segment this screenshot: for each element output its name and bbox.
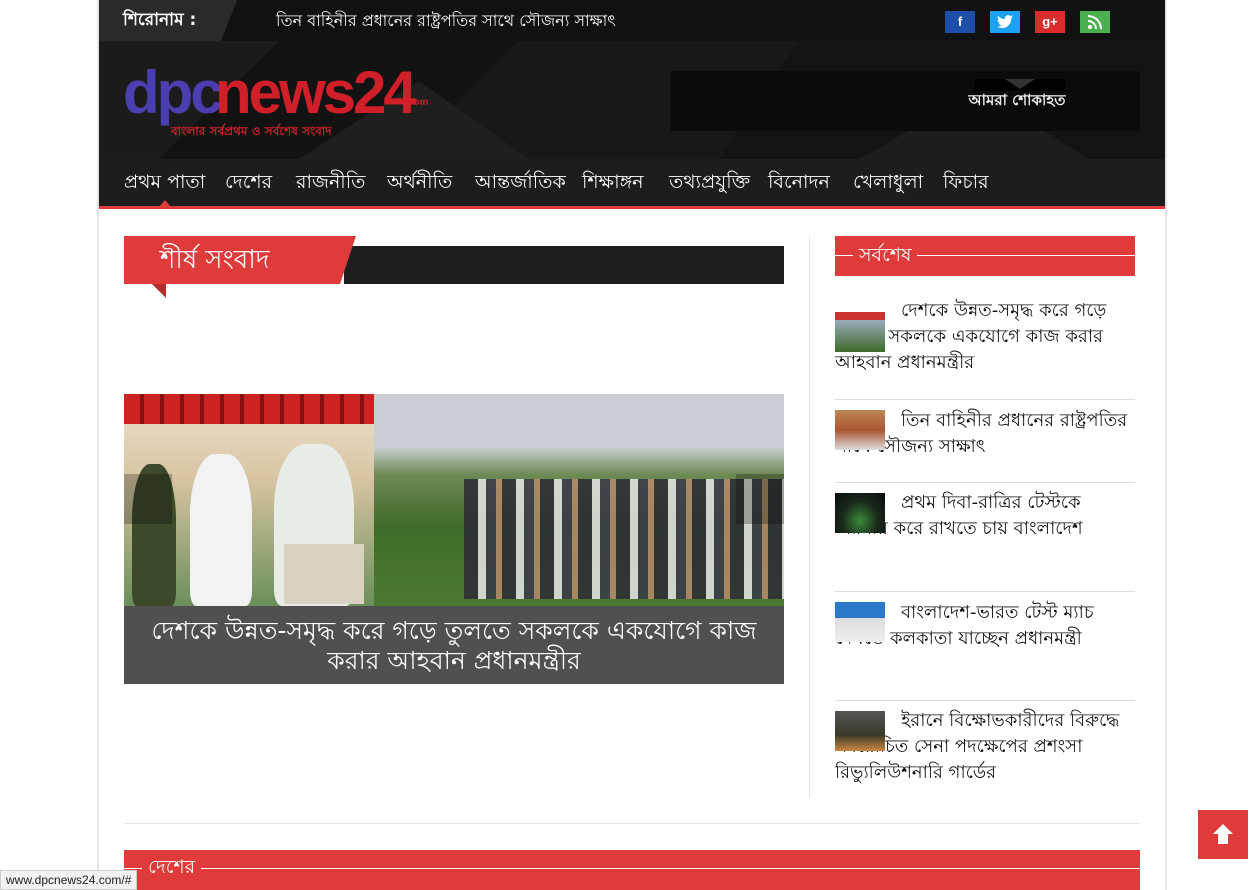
news-thumbnail [835,602,885,642]
nav-item-national[interactable]: দেশের [225,159,272,206]
latest-news-item[interactable]: প্রথম দিবা-রাত্রির টেস্টকে স্মরণীয় করে … [835,490,1135,542]
news-thumbnail [835,410,885,450]
browser-status-url: www.dpcnews24.com/# [0,870,138,890]
slider-prev-button[interactable] [124,474,172,524]
latest-news-item[interactable]: ইরানে বিক্ষোভকারীদের বিরুদ্ধে সময়োচিত স… [835,708,1135,786]
news-thumbnail [835,312,885,352]
site-logo[interactable]: dpc news24 .com বাংলার সর্বপ্রথম ও সর্বশ… [123,59,428,141]
heading-dark-bar [344,246,784,284]
twitter-icon[interactable] [990,11,1020,33]
top-news-heading: শীর্ষ সংবাদ [124,236,784,298]
nav-item-international[interactable]: আন্তর্জাতিক [475,159,566,206]
logo-com-text: .com [405,97,429,108]
latest-news-item[interactable]: দেশকে উন্নত-সমৃদ্ধ করে গড়ে তুলতে সকলকে … [835,298,1135,376]
rss-icon[interactable] [1080,11,1110,33]
latest-news-title: সর্বশেষ [853,236,918,276]
ticker-label: শিরোনাম : [99,0,237,41]
nav-item-home[interactable]: প্রথম পাতা [124,159,205,207]
mourning-banner[interactable]: আমরা শোকাহত [670,71,1140,131]
national-section-title: দেশের [142,850,202,886]
nav-item-economy[interactable]: অর্থনীতি [387,159,452,206]
column-divider [809,236,810,798]
arrow-up-icon [1213,824,1233,844]
scroll-to-top-button[interactable] [1198,810,1248,859]
featured-photo-right [374,394,784,606]
nav-item-technology[interactable]: তথ্যপ্রযুক্তি [669,159,750,206]
nav-item-politics[interactable]: রাজনীতি [296,159,365,206]
top-news-title: শীর্ষ সংবাদ [124,236,356,284]
nav-item-feature[interactable]: ফিচার [943,159,989,206]
heading-fold [152,284,166,298]
site-header: dpc news24 .com বাংলার সর্বপ্রথম ও সর্বশ… [99,41,1165,159]
news-thumbnail [835,493,885,533]
latest-news-item[interactable]: বাংলাদেশ-ভারত টেস্ট ম্যাচ দেখতে কলকাতা য… [835,600,1135,652]
page-shadow-right [1165,0,1167,890]
nav-item-sports[interactable]: খেলাধুলা [853,159,923,206]
latest-news-heading: সর্বশেষ [835,236,1135,276]
page-wrapper: শিরোনাম : তিন বাহিনীর প্রধানের রাষ্ট্রপত… [99,0,1165,890]
ticker-headline-link[interactable]: তিন বাহিনীর প্রধানের রাষ্ট্রপতির সাথে সৌ… [276,0,616,41]
nav-item-education[interactable]: শিক্ষাঙ্গন [582,159,644,206]
logo-news-text: news24 [215,59,417,126]
logo-tagline: বাংলার সর্বপ্রথম ও সর্বশেষ সংবাদ [171,124,332,138]
google-plus-icon[interactable]: g+ [1035,11,1065,33]
national-section-heading: দেশের [124,850,1140,890]
mourning-banner-text: আমরা শোকাহত [968,91,1066,109]
slider-next-button[interactable] [736,474,784,524]
nav-item-entertainment[interactable]: বিনোদন [768,159,830,206]
top-ticker-bar: শিরোনাম : তিন বাহিনীর প্রধানের রাষ্ট্রপত… [99,0,1165,41]
news-thumbnail [835,711,885,751]
logo-dpc-text: dpc [123,59,224,126]
latest-news-item[interactable]: তিন বাহিনীর প্রধানের রাষ্ট্রপতির সাথে সৌ… [835,408,1135,460]
main-navigation: প্রথম পাতা দেশের রাজনীতি অর্থনীতি আন্তর্… [99,159,1165,209]
featured-caption[interactable]: দেশকে উন্নত-সমৃদ্ধ করে গড়ে তুলতে সকলকে … [124,606,784,684]
black-ribbon-icon [975,79,1065,91]
featured-story[interactable]: দেশকে উন্নত-সমৃদ্ধ করে গড়ে তুলতে সকলকে … [124,394,784,684]
facebook-icon[interactable]: f [945,11,975,33]
